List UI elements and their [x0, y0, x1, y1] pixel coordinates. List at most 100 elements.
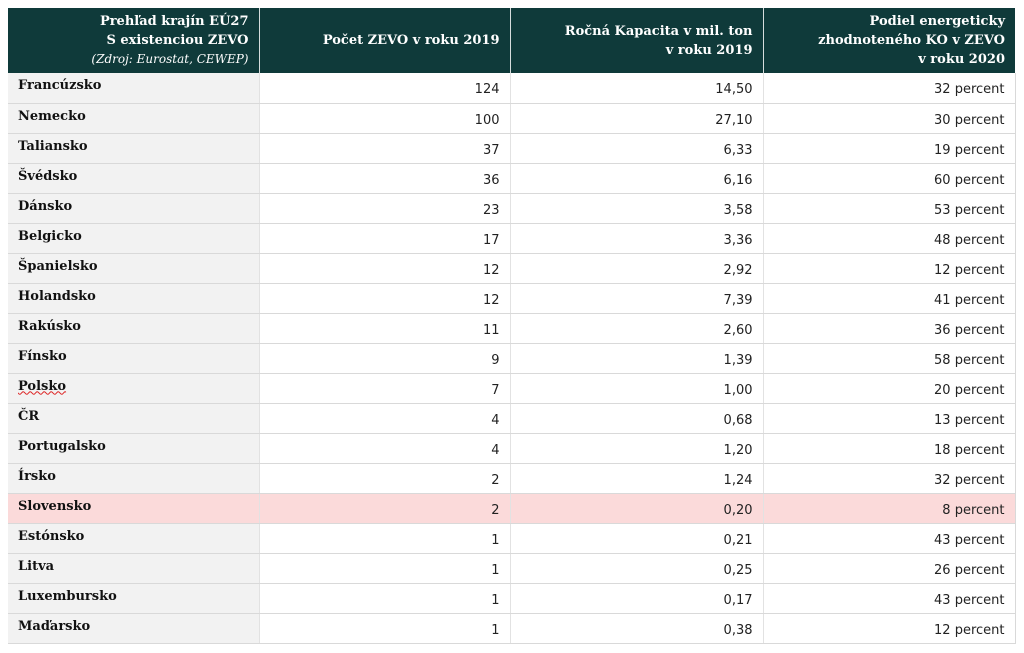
- country-cell: ČR: [8, 403, 260, 434]
- country-cell: Estónsko: [8, 523, 260, 554]
- eu-zevo-table: Prehľad krajín EÚ27 S existenciou ZEVO (…: [8, 8, 1016, 644]
- count-cell: 12: [259, 283, 511, 314]
- country-cell: Portugalsko: [8, 433, 260, 464]
- share-cell: 19 percent: [763, 133, 1016, 164]
- share-cell: 20 percent: [763, 373, 1016, 404]
- share-cell: 41 percent: [763, 283, 1016, 314]
- capacity-cell: 0,20: [510, 493, 764, 524]
- header-share: Podiel energeticky zhodnoteného KO v ZEV…: [763, 8, 1015, 73]
- country-cell: Maďarsko: [8, 613, 260, 644]
- table-row: Luxembursko 1 0,17 43 percent: [8, 583, 1016, 614]
- country-cell: Taliansko: [8, 133, 260, 164]
- count-cell: 23: [259, 193, 511, 224]
- count-cell: 100: [259, 103, 511, 134]
- country-cell: Fínsko: [8, 343, 260, 374]
- header-capacity-line2: v roku 2019: [665, 42, 753, 58]
- header-country-source: (Zdroj: Eurostat, CEWEP): [91, 52, 249, 66]
- count-cell: 7: [259, 373, 511, 404]
- header-country-line1: Prehľad krajín EÚ27: [99, 14, 249, 29]
- capacity-cell: 0,68: [510, 403, 764, 434]
- capacity-cell: 0,25: [510, 553, 764, 584]
- country-cell: Švédsko: [8, 163, 260, 194]
- count-cell: 11: [259, 313, 511, 344]
- count-cell: 2: [259, 463, 511, 494]
- header-share-line3: v roku 2020: [918, 52, 1005, 67]
- table-row: ČR 4 0,68 13 percent: [8, 403, 1016, 434]
- share-cell: 43 percent: [763, 583, 1016, 614]
- country-cell: Litva: [8, 553, 260, 584]
- share-cell: 32 percent: [763, 463, 1016, 494]
- table-row: Francúzsko 124 14,50 32 percent: [8, 73, 1016, 104]
- share-cell: 53 percent: [763, 193, 1016, 224]
- header-row: Prehľad krajín EÚ27 S existenciou ZEVO (…: [8, 8, 1015, 73]
- capacity-cell: 14,50: [510, 73, 764, 104]
- country-cell: Luxembursko: [8, 583, 260, 614]
- table-row: Polsko 7 1,00 20 percent: [8, 373, 1016, 404]
- table-row: Nemecko 100 27,10 30 percent: [8, 103, 1016, 134]
- country-cell: Slovensko: [8, 493, 260, 524]
- count-cell: 4: [259, 433, 511, 464]
- country-cell: Nemecko: [8, 103, 260, 134]
- share-cell: 32 percent: [763, 73, 1016, 104]
- country-cell: Holandsko: [8, 283, 260, 314]
- share-cell: 43 percent: [763, 523, 1016, 554]
- count-cell: 12: [259, 253, 511, 284]
- count-cell: 1: [259, 583, 511, 614]
- capacity-cell: 1,20: [510, 433, 764, 464]
- header-count-label: Počet ZEVO v roku 2019: [322, 33, 500, 48]
- count-cell: 1: [259, 523, 511, 554]
- country-cell: Španielsko: [8, 253, 260, 284]
- table-row: Španielsko 12 2,92 12 percent: [8, 253, 1016, 284]
- capacity-cell: 2,60: [510, 313, 764, 344]
- capacity-cell: 0,17: [510, 583, 764, 614]
- share-cell: 58 percent: [763, 343, 1016, 374]
- share-cell: 36 percent: [763, 313, 1016, 344]
- country-cell: Dánsko: [8, 193, 260, 224]
- header-country: Prehľad krajín EÚ27 S existenciou ZEVO (…: [8, 8, 260, 73]
- count-cell: 36: [259, 163, 511, 194]
- capacity-cell: 2,92: [510, 253, 764, 284]
- table-row: Maďarsko 1 0,38 12 percent: [8, 613, 1016, 644]
- country-cell: Polsko: [8, 373, 260, 404]
- share-cell: 48 percent: [763, 223, 1016, 254]
- header-share-line1: Podiel energeticky: [869, 14, 1005, 29]
- capacity-cell: 27,10: [510, 103, 764, 134]
- table-row: Írsko 2 1,24 32 percent: [8, 463, 1016, 494]
- share-cell: 18 percent: [763, 433, 1016, 464]
- table-row: Dánsko 23 3,58 53 percent: [8, 193, 1016, 224]
- country-cell: Belgicko: [8, 223, 260, 254]
- count-cell: 124: [259, 73, 511, 104]
- count-cell: 17: [259, 223, 511, 254]
- table-row: Portugalsko 4 1,20 18 percent: [8, 433, 1016, 464]
- table-row: Rakúsko 11 2,60 36 percent: [8, 313, 1016, 344]
- share-cell: 13 percent: [763, 403, 1016, 434]
- header-count: Počet ZEVO v roku 2019: [259, 8, 511, 73]
- capacity-cell: 6,33: [510, 133, 764, 164]
- count-cell: 1: [259, 553, 511, 584]
- country-cell: Francúzsko: [8, 73, 260, 104]
- country-cell: Rakúsko: [8, 313, 260, 344]
- table-row: Holandsko 12 7,39 41 percent: [8, 283, 1016, 314]
- capacity-cell: 0,38: [510, 613, 764, 644]
- share-cell: 12 percent: [763, 253, 1016, 284]
- capacity-cell: 7,39: [510, 283, 764, 314]
- share-cell: 8 percent: [763, 493, 1016, 524]
- header-capacity: Ročná Kapacita v mil. ton v roku 2019: [510, 8, 764, 73]
- country-cell: Írsko: [8, 463, 260, 494]
- table-container: Prehľad krajín EÚ27 S existenciou ZEVO (…: [8, 8, 1016, 644]
- share-cell: 26 percent: [763, 553, 1016, 584]
- header-country-line2: S existenciou ZEVO: [106, 33, 249, 48]
- count-cell: 37: [259, 133, 511, 164]
- capacity-cell: 1,24: [510, 463, 764, 494]
- share-cell: 60 percent: [763, 163, 1016, 194]
- table-row: Taliansko 37 6,33 19 percent: [8, 133, 1016, 164]
- table-row: Švédsko 36 6,16 60 percent: [8, 163, 1016, 194]
- count-cell: 2: [259, 493, 511, 524]
- count-cell: 9: [259, 343, 511, 374]
- capacity-cell: 1,00: [510, 373, 764, 404]
- header-capacity-line1: Ročná Kapacita v mil. ton: [564, 23, 753, 39]
- capacity-cell: 6,16: [510, 163, 764, 194]
- share-cell: 30 percent: [763, 103, 1016, 134]
- capacity-cell: 0,21: [510, 523, 764, 554]
- header-share-line2: zhodnoteného KO v ZEVO: [818, 33, 1005, 48]
